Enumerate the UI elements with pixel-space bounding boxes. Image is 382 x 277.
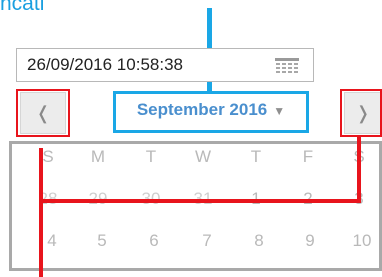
calendar-day[interactable]: 4 [32, 231, 72, 251]
weekday-label: S [42, 147, 54, 166]
prev-button-highlight [16, 89, 70, 137]
next-button-highlight [340, 89, 382, 137]
red-connector-vertical [39, 148, 43, 277]
month-selector[interactable]: September 2016 ▼ [113, 91, 309, 133]
caret-down-icon: ▼ [273, 104, 286, 118]
calendar-day[interactable]: 5 [82, 231, 122, 251]
red-connector-horizontal [39, 199, 361, 203]
calendar-icon[interactable] [275, 58, 299, 74]
weekday-label: F [302, 147, 314, 166]
calendar-day[interactable]: 6 [134, 231, 174, 251]
calendar-day[interactable]: 7 [187, 231, 227, 251]
weekday-label: W [194, 147, 212, 166]
datetime-input[interactable]: 26/09/2016 10:58:38 [16, 48, 314, 82]
section-heading: ncati [0, 0, 45, 15]
month-year-text: September 2016 [136, 100, 268, 119]
calendar-day[interactable]: 10 [342, 231, 382, 251]
weekday-label: T [145, 147, 157, 166]
month-selector-label: September 2016 ▼ [116, 100, 306, 120]
red-connector-up [357, 135, 361, 203]
datetime-value: 26/09/2016 10:58:38 [27, 55, 183, 74]
calendar-day[interactable]: 8 [239, 231, 279, 251]
weekday-label: M [90, 147, 106, 166]
calendar-day[interactable]: 9 [290, 231, 330, 251]
weekday-label: T [250, 147, 262, 166]
